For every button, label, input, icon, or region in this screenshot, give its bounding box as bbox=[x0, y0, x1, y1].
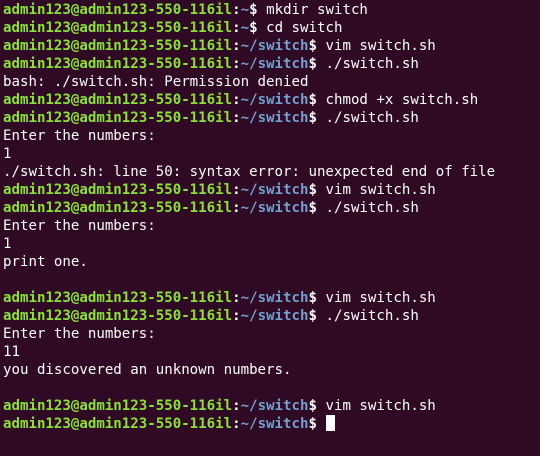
prompt-line: admin123@admin123-550-116il:~/switch$ vi… bbox=[3, 289, 540, 307]
prompt-user-host: admin123@admin123-550-116il bbox=[3, 290, 233, 306]
prompt-symbol: $ bbox=[308, 38, 326, 54]
output-line: 1 bbox=[3, 146, 12, 162]
prompt-separator: : bbox=[232, 20, 241, 36]
prompt-path: ~/switch bbox=[240, 56, 309, 72]
prompt-symbol: $ bbox=[308, 110, 326, 126]
prompt-user-host: admin123@admin123-550-116il bbox=[3, 38, 233, 54]
prompt-separator: : bbox=[232, 56, 241, 72]
prompt-path: ~/switch bbox=[240, 110, 309, 126]
command-text: vim switch.sh bbox=[325, 38, 436, 54]
prompt-path: ~/switch bbox=[240, 200, 309, 216]
output-line: Enter the numbers: bbox=[3, 218, 156, 234]
output-line: 11 bbox=[3, 344, 20, 360]
prompt-path: ~ bbox=[240, 2, 250, 18]
prompt-path: ~/switch bbox=[240, 290, 309, 306]
prompt-user-host: admin123@admin123-550-116il bbox=[3, 92, 233, 108]
prompt-path: ~/switch bbox=[240, 398, 309, 414]
prompt-symbol: $ bbox=[308, 56, 326, 72]
output-line: Enter the numbers: bbox=[3, 326, 156, 342]
prompt-line: admin123@admin123-550-116il:~/switch$ vi… bbox=[3, 181, 540, 199]
prompt-symbol: $ bbox=[308, 308, 326, 324]
command-text: ./switch.sh bbox=[325, 308, 419, 324]
prompt-line: admin123@admin123-550-116il:~/switch$ vi… bbox=[3, 37, 540, 55]
prompt-line: admin123@admin123-550-116il:~/switch$ ./… bbox=[3, 109, 540, 127]
output-line: 1 bbox=[3, 236, 12, 252]
prompt-symbol: $ bbox=[308, 398, 326, 414]
prompt-separator: : bbox=[232, 416, 241, 432]
output-line: print one. bbox=[3, 254, 88, 270]
command-text: cd switch bbox=[266, 20, 343, 36]
prompt-separator: : bbox=[232, 182, 241, 198]
text-cursor bbox=[326, 415, 336, 431]
command-text: vim switch.sh bbox=[325, 290, 436, 306]
command-text: mkdir switch bbox=[266, 2, 368, 18]
prompt-separator: : bbox=[232, 398, 241, 414]
prompt-path: ~/switch bbox=[240, 308, 309, 324]
command-text: vim switch.sh bbox=[325, 398, 436, 414]
command-text: ./switch.sh bbox=[325, 56, 419, 72]
output-line: Enter the numbers: bbox=[3, 128, 156, 144]
prompt-path: ~/switch bbox=[240, 92, 309, 108]
prompt-user-host: admin123@admin123-550-116il bbox=[3, 56, 233, 72]
prompt-line: admin123@admin123-550-116il:~/switch$ ./… bbox=[3, 307, 540, 325]
prompt-user-host: admin123@admin123-550-116il bbox=[3, 2, 233, 18]
prompt-line: admin123@admin123-550-116il:~/switch$ ./… bbox=[3, 55, 540, 73]
prompt-symbol: $ bbox=[308, 200, 326, 216]
command-text: vim switch.sh bbox=[325, 182, 436, 198]
prompt-separator: : bbox=[232, 290, 241, 306]
command-text: ./switch.sh bbox=[325, 110, 419, 126]
active-prompt-line[interactable]: admin123@admin123-550-116il:~/switch$ bbox=[3, 415, 540, 433]
prompt-line: admin123@admin123-550-116il:~$ cd switch bbox=[3, 19, 540, 37]
prompt-symbol: $ bbox=[308, 182, 326, 198]
prompt-user-host: admin123@admin123-550-116il bbox=[3, 200, 233, 216]
prompt-user-host: admin123@admin123-550-116il bbox=[3, 416, 233, 432]
prompt-user-host: admin123@admin123-550-116il bbox=[3, 398, 233, 414]
prompt-line: admin123@admin123-550-116il:~/switch$ vi… bbox=[3, 397, 540, 415]
prompt-symbol: $ bbox=[308, 290, 326, 306]
prompt-user-host: admin123@admin123-550-116il bbox=[3, 110, 233, 126]
prompt-separator: : bbox=[232, 110, 241, 126]
command-text: chmod +x switch.sh bbox=[325, 92, 479, 108]
prompt-separator: : bbox=[232, 200, 241, 216]
terminal-window[interactable]: admin123@admin123-550-116il:~$ mkdir swi… bbox=[0, 0, 540, 456]
prompt-symbol: $ bbox=[249, 20, 267, 36]
prompt-path: ~/switch bbox=[240, 416, 309, 432]
prompt-user-host: admin123@admin123-550-116il bbox=[3, 20, 233, 36]
prompt-separator: : bbox=[232, 308, 241, 324]
prompt-separator: : bbox=[232, 2, 241, 18]
prompt-user-host: admin123@admin123-550-116il bbox=[3, 182, 233, 198]
prompt-separator: : bbox=[232, 38, 241, 54]
command-text: ./switch.sh bbox=[325, 200, 419, 216]
prompt-path: ~/switch bbox=[240, 182, 309, 198]
prompt-path: ~/switch bbox=[240, 38, 309, 54]
prompt-symbol: $ bbox=[249, 2, 267, 18]
prompt-symbol: $ bbox=[308, 416, 326, 432]
prompt-separator: : bbox=[232, 92, 241, 108]
prompt-line: admin123@admin123-550-116il:~/switch$ ch… bbox=[3, 91, 540, 109]
prompt-path: ~ bbox=[240, 20, 250, 36]
output-line: ./switch.sh: line 50: syntax error: unex… bbox=[3, 164, 496, 180]
output-line: bash: ./switch.sh: Permission denied bbox=[3, 74, 309, 90]
prompt-symbol: $ bbox=[308, 92, 326, 108]
output-line: you discovered an unknown numbers. bbox=[3, 362, 292, 378]
prompt-line: admin123@admin123-550-116il:~$ mkdir swi… bbox=[3, 1, 540, 19]
prompt-line: admin123@admin123-550-116il:~/switch$ ./… bbox=[3, 199, 540, 217]
prompt-user-host: admin123@admin123-550-116il bbox=[3, 308, 233, 324]
